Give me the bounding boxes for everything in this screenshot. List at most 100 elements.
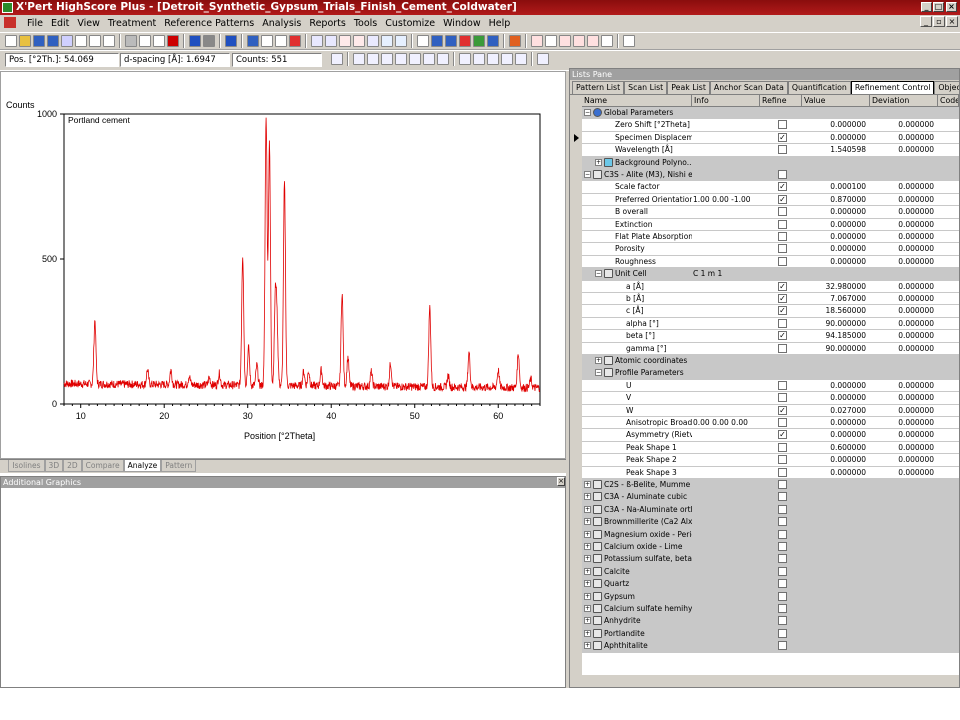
tab-pattern-list[interactable]: Pattern List [572,81,625,94]
table-row[interactable]: Peak Shape 2 0.000000 0.000000 [582,454,959,467]
background-icon[interactable] [311,35,323,47]
refine-checkbox[interactable]: ✓ [778,331,787,341]
menu-treatment[interactable]: Treatment [104,15,160,32]
tools-icon[interactable] [487,35,499,47]
cell-value[interactable] [802,504,870,515]
table-row[interactable]: + Calcium sulfate hemihyd... [582,603,959,616]
menu-tools[interactable]: Tools [350,15,381,32]
arrange-icon[interactable] [537,53,549,65]
collapse-icon[interactable]: − [584,171,591,178]
expand-icon[interactable]: + [584,555,591,563]
expand-icon[interactable]: + [595,357,602,364]
new-icon[interactable] [5,35,17,47]
cell-value[interactable]: 0.000000 [802,454,870,465]
table-row[interactable]: + C3A - Aluminate cubic [582,491,959,504]
filter-icon[interactable] [473,35,485,47]
cell-value[interactable] [802,541,870,552]
cell-value[interactable] [802,640,870,651]
refine-checkbox[interactable] [778,455,787,465]
table-row[interactable]: c [Å] ✓ 18.560000 0.000000 [582,305,959,318]
refine-checkbox[interactable]: ✓ [778,405,787,415]
mark-icon[interactable] [459,35,471,47]
refine-checkbox[interactable] [778,393,787,403]
col-header-code[interactable]: Code [938,95,959,107]
expand-icon[interactable]: + [584,605,591,612]
refine-checkbox[interactable] [778,492,787,502]
table-row[interactable]: + Portlandite [582,627,959,641]
peak-icon[interactable] [289,35,301,47]
refine-checkbox[interactable] [778,566,787,576]
refine-checkbox[interactable] [778,480,787,489]
range-icon[interactable] [353,53,365,65]
table-row[interactable]: + Atomic coordinates [582,355,959,368]
table-row[interactable]: − C3S - Alite (M3), Nishi et... [582,169,959,182]
table-row[interactable]: Extinction 0.000000 0.000000 [582,219,959,231]
cell-value[interactable]: 90.000000 [802,318,870,329]
menu-file[interactable]: File [23,15,47,32]
plot-a-icon[interactable] [531,35,543,47]
refine-checkbox[interactable] [778,442,787,452]
refine-checkbox[interactable]: ✓ [778,281,787,291]
expand-icon[interactable]: + [584,580,591,588]
refine-checkbox[interactable] [778,418,787,427]
refine-checkbox[interactable] [778,554,787,564]
cell-value[interactable]: 0.870000 [802,194,870,205]
cell-value[interactable] [802,479,870,490]
menu-reference-patterns[interactable]: Reference Patterns [160,15,258,32]
refine-checkbox[interactable] [778,504,787,514]
xrd-pattern-chart[interactable]: Counts Portland cement 0 500 1000 10 20 30 40… [1,72,565,458]
tab-object-inspector[interactable]: Object Inspector [934,81,959,94]
refine-checkbox[interactable] [778,517,787,527]
plot-b-icon[interactable] [545,35,557,47]
menu-help[interactable]: Help [485,15,515,32]
tab-anchor-scan-data[interactable]: Anchor Scan Data [709,81,788,94]
expand-icon[interactable]: + [584,530,591,538]
search-peaks-icon[interactable] [353,35,365,47]
refine-checkbox[interactable] [778,542,787,551]
table-row[interactable]: Flat Plate Absorption Co... 0.000000 0.000… [582,231,959,244]
table-row[interactable]: W ✓ 0.027000 0.000000 [582,405,959,417]
maximize-icon[interactable]: □ [933,2,944,12]
search-match-icon[interactable] [381,35,393,47]
refine-checkbox[interactable] [778,591,787,601]
cell-value[interactable]: 0.000000 [802,429,870,440]
menu-window[interactable]: Window [439,15,484,32]
refine-checkbox[interactable] [778,219,787,229]
refine-checkbox[interactable]: ✓ [778,430,787,440]
cell-value[interactable] [802,367,870,378]
cell-value[interactable] [802,529,870,540]
cell-value[interactable] [802,491,870,502]
expand-icon[interactable]: + [584,642,591,650]
refine-checkbox[interactable] [778,628,787,638]
expand-icon[interactable]: + [584,481,591,488]
scan-icon[interactable] [275,35,287,47]
refine-checkbox[interactable] [778,529,787,539]
col-header-info[interactable]: Info [692,95,760,107]
table-row[interactable]: − Profile Parameters [582,367,959,380]
table-row[interactable]: + Magnesium oxide - Peric... [582,528,959,541]
table-row[interactable]: + Potassium sulfate, beta -... [582,553,959,566]
page-setup-icon[interactable] [103,35,115,47]
cell-value[interactable] [802,268,870,279]
paste-icon[interactable] [153,35,165,47]
zoom-area-icon[interactable] [395,53,407,65]
refine-checkbox[interactable] [778,616,787,626]
scale-icon[interactable] [515,53,527,65]
expand-icon[interactable]: + [595,158,602,166]
save-all-icon[interactable] [47,35,59,47]
col-header-value[interactable]: Value [802,95,870,107]
table-row[interactable]: Scale factor ✓ 0.000100 0.000000 [582,181,959,194]
cell-value[interactable]: 7.067000 [802,293,870,304]
graph-tab-3d[interactable]: 3D [44,460,64,472]
cell-value[interactable] [802,169,870,180]
additional-graphics-close-icon[interactable]: × [557,477,565,486]
table-row[interactable]: Preferred Orientation 1.00 0.00 -1.00 ✓ 0.8… [582,194,959,207]
cell-value[interactable] [802,603,870,614]
cell-value[interactable] [802,516,870,527]
ref-pattern-icon[interactable] [509,35,521,47]
expand-icon[interactable]: + [584,505,591,513]
cell-value[interactable]: 0.000100 [802,181,870,192]
cell-value[interactable]: 0.000000 [802,392,870,403]
table-row[interactable]: Zero Shift [°2Theta] 0.000000 0.000000 [582,119,959,132]
menu-customize[interactable]: Customize [381,15,439,32]
